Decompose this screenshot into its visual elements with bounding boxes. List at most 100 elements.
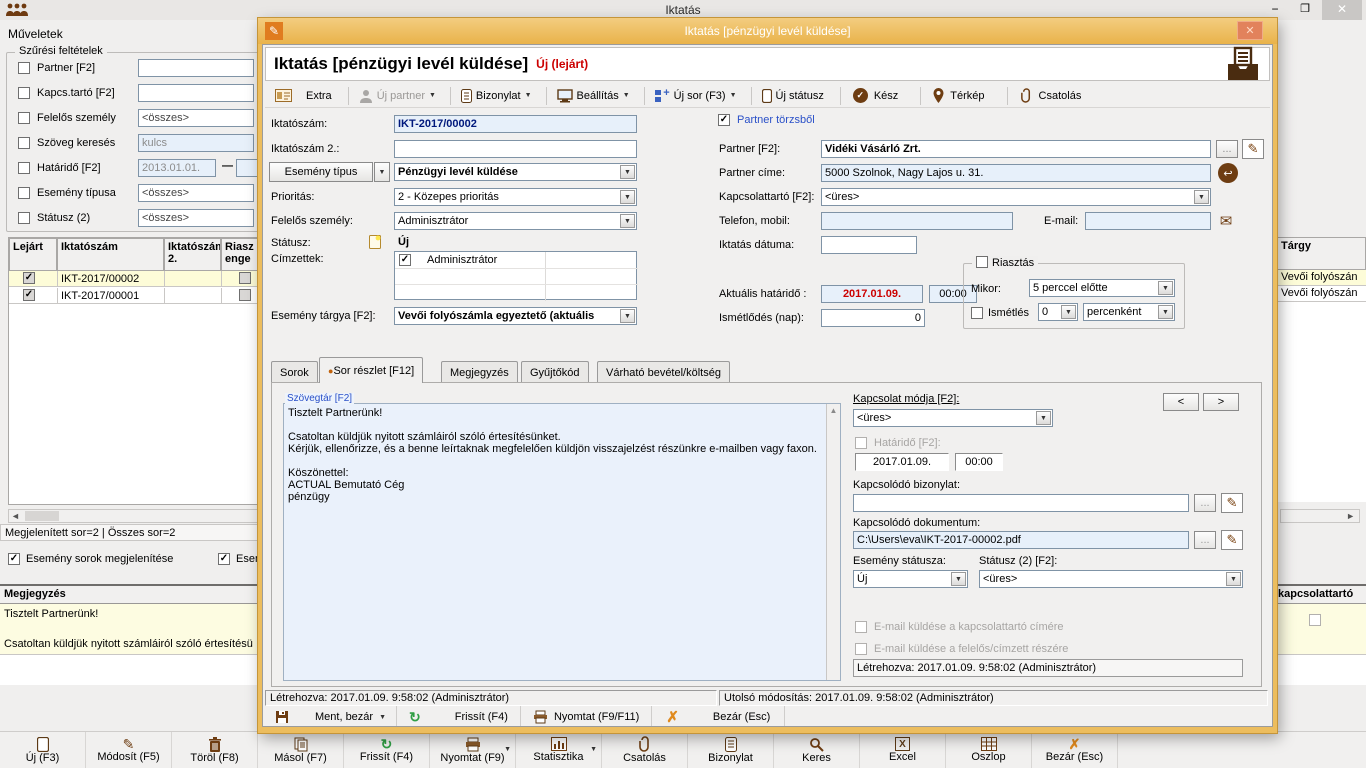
print-button[interactable]: Nyomtat (F9) ▼ <box>430 732 516 768</box>
toolbar-uj-statusz[interactable]: Új státusz <box>776 90 824 102</box>
hatarido2-time[interactable]: 00:00 <box>955 453 1003 471</box>
filter-szoveg-checkbox[interactable] <box>18 137 30 149</box>
ismetles-checkbox[interactable] <box>971 307 983 319</box>
chevron-down-icon[interactable] <box>1036 411 1051 425</box>
status-note-icon[interactable] <box>369 235 381 249</box>
show-event-rows-checkbox[interactable] <box>8 553 20 565</box>
esemeny-targya-select[interactable]: Vevői folyószámla egyeztető (aktuális <box>394 307 637 325</box>
partner-cime-field[interactable]: 5000 Szolnok, Nagy Lajos u. 31. <box>821 164 1211 182</box>
filter-hatarido-checkbox[interactable] <box>18 162 30 174</box>
toolbar-kesz[interactable]: Kész <box>874 90 898 102</box>
prioritas-select[interactable]: 2 - Közepes prioritás <box>394 188 637 206</box>
dialog-titlebar[interactable]: ✎ Iktatás [pénzügyi levél küldése] ✕ <box>258 18 1277 44</box>
bg-kapcs-checkbox[interactable] <box>1309 614 1321 626</box>
filter-felelos-checkbox[interactable] <box>18 112 30 124</box>
card-icon[interactable] <box>275 89 292 102</box>
esemeny-tipus-select[interactable]: Pénzügyi levél küldése <box>394 163 637 181</box>
toolbar-extra[interactable]: Extra <box>306 90 332 102</box>
close-button[interactable]: ✕ <box>1322 0 1362 20</box>
bg-row[interactable]: Vevői folyószán <box>1277 286 1366 302</box>
dialog-print-button[interactable]: Nyomtat (F9/F11) <box>521 706 652 727</box>
felelos-select[interactable]: Adminisztrátor <box>394 212 637 230</box>
chevron-down-icon[interactable] <box>1158 305 1173 319</box>
scroll-right-icon[interactable]: ► <box>1280 509 1360 523</box>
partner-torzsbol-checkbox[interactable] <box>718 114 730 126</box>
dialog-close-esc-button[interactable]: ✗ Bezár (Esc) <box>652 706 785 727</box>
filter-partner-checkbox[interactable] <box>18 62 30 74</box>
attach-button[interactable]: Csatolás <box>602 732 688 768</box>
chevron-down-icon[interactable] <box>620 214 635 228</box>
kapcsolodo-dokumentum-field[interactable]: C:\Users\eva\IKT-2017-00002.pdf <box>853 531 1189 549</box>
iktatoszam2-field[interactable] <box>394 140 637 158</box>
scroll-left-icon[interactable]: ◄ <box>11 511 20 521</box>
horizontal-scrollbar[interactable]: ◄ <box>8 509 258 523</box>
partner-edit-button[interactable] <box>1242 139 1264 159</box>
toolbar-bizonylat[interactable]: Bizonylat <box>476 90 521 102</box>
bizonylat-edit-button[interactable] <box>1221 493 1243 513</box>
search-button[interactable]: Keres <box>774 732 860 768</box>
szovegtar-textarea[interactable]: Tisztelt Partnerünk! Csatoltan küldjük n… <box>283 403 841 681</box>
tab-varhato[interactable]: Várható bevétel/költség <box>597 361 730 383</box>
chevron-down-icon[interactable] <box>1194 190 1209 204</box>
col-iktatoszam[interactable]: Iktatószám <box>57 238 164 271</box>
excel-button[interactable]: X Excel <box>860 732 946 768</box>
email-felelos-checkbox[interactable] <box>855 643 867 655</box>
esemeny-tipus-button[interactable]: Esemény típus <box>269 162 373 182</box>
copy-button[interactable]: Másol (F7) <box>258 732 344 768</box>
chevron-down-icon[interactable] <box>1226 572 1241 586</box>
email-kapcsolattarto-checkbox[interactable] <box>855 621 867 633</box>
esemeny-tipus-caret-button[interactable]: ▼ <box>374 162 390 182</box>
dokumentum-browse-button[interactable]: ... <box>1194 531 1216 549</box>
col-targy[interactable]: Tárgy <box>1277 237 1366 270</box>
new-button[interactable]: Új (F3) <box>0 732 86 768</box>
chevron-down-icon[interactable]: ▼ <box>379 714 386 721</box>
filter-statusz2-checkbox[interactable] <box>18 212 30 224</box>
szovegtar-label[interactable]: Szövegtár [F2] <box>285 393 354 404</box>
ismetlodes-field[interactable]: 0 <box>821 309 925 327</box>
toolbar-uj-sor[interactable]: Új sor (F3) <box>674 90 726 102</box>
email-field[interactable] <box>1085 212 1211 230</box>
statusz2-select[interactable]: <üres> <box>979 570 1243 588</box>
chevron-down-icon[interactable] <box>620 165 635 179</box>
col-iktatoszam2[interactable]: Iktatószám 2. <box>164 238 221 271</box>
dokumentum-edit-button[interactable] <box>1221 530 1243 550</box>
partner-browse-button[interactable]: ... <box>1216 140 1238 158</box>
address-link-icon[interactable]: ↩ <box>1218 163 1238 183</box>
toolbar-uj-partner[interactable]: Új partner <box>377 90 425 102</box>
filter-kapcstarto-input[interactable] <box>138 84 254 102</box>
save-close-button[interactable]: Ment, bezár▼ <box>265 706 397 727</box>
filter-esemeny-select[interactable]: <összes> <box>138 184 254 202</box>
scroll-thumb[interactable] <box>25 511 59 521</box>
filter-esemeny-checkbox[interactable] <box>18 187 30 199</box>
tab-gyujtokod[interactable]: Gyűjtőkód <box>521 361 589 383</box>
row-riasztas-checkbox[interactable] <box>239 272 251 284</box>
next-button[interactable]: > <box>1203 393 1239 411</box>
envelope-icon[interactable]: ✉ <box>1216 212 1236 230</box>
dialog-close-button[interactable]: ✕ <box>1237 21 1263 40</box>
refresh-button[interactable]: ↻ Frissít (F4) <box>344 732 430 768</box>
chevron-down-icon[interactable]: ▼ <box>429 92 436 99</box>
tab-sorok[interactable]: Sorok <box>271 361 318 383</box>
chevron-down-icon[interactable] <box>1061 305 1076 319</box>
iktatoszam-field[interactable]: IKT-2017/00002 <box>394 115 637 133</box>
col-lejart[interactable]: Lejárt <box>9 238 57 271</box>
chevron-down-icon[interactable]: ▼ <box>590 746 597 753</box>
minimize-button[interactable]: − <box>1262 2 1288 18</box>
telefon-field[interactable] <box>821 212 1013 230</box>
ismetles-count-select[interactable]: 0 <box>1038 303 1078 321</box>
voucher-button[interactable]: Bizonylat <box>688 732 774 768</box>
tab-megjegyzes[interactable]: Megjegyzés <box>441 361 518 383</box>
cimzett-checkbox[interactable] <box>399 254 411 266</box>
chevron-down-icon[interactable]: ▼ <box>623 92 630 99</box>
iktatas-datuma-field[interactable] <box>821 236 917 254</box>
delete-button[interactable]: Töröl (F8) <box>172 732 258 768</box>
close-esc-button[interactable]: ✗ Bezár (Esc) <box>1032 732 1118 768</box>
filter-felelos-select[interactable]: <összes> <box>138 109 254 127</box>
mikor-select[interactable]: 5 perccel előtte <box>1029 279 1175 297</box>
chevron-down-icon[interactable] <box>620 190 635 204</box>
archive-icon[interactable] <box>1225 46 1261 84</box>
dialog-refresh-button[interactable]: ↻ Frissít (F4) <box>397 706 521 727</box>
cimzettek-listbox[interactable]: Adminisztrátor <box>394 251 637 300</box>
row-lejart-checkbox[interactable] <box>23 289 35 301</box>
filter-statusz2-select[interactable]: <összes> <box>138 209 254 227</box>
